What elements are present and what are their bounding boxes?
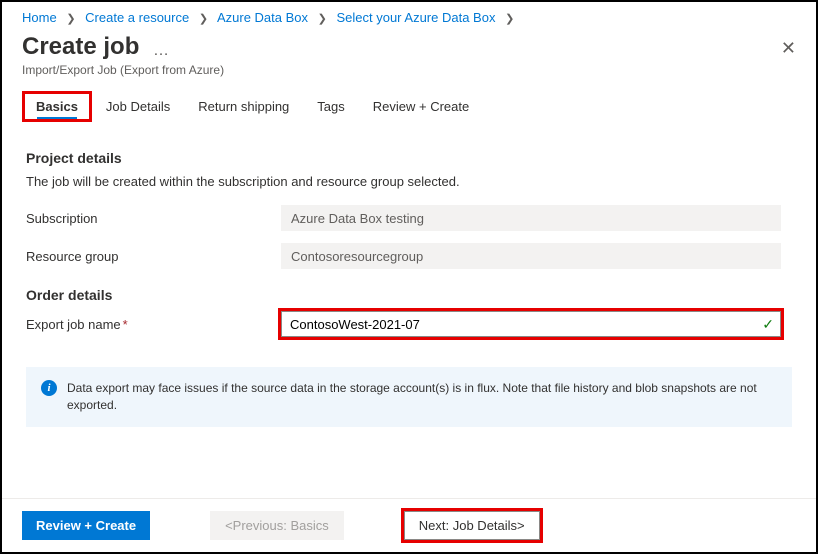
breadcrumb-create-resource[interactable]: Create a resource (85, 10, 189, 25)
breadcrumb-home[interactable]: Home (22, 10, 57, 25)
page-title: Create job (22, 33, 139, 60)
subscription-label: Subscription (26, 211, 281, 226)
previous-button: <Previous: Basics (210, 511, 344, 540)
export-job-name-input[interactable] (282, 313, 762, 336)
chevron-right-icon: ❯ (199, 13, 208, 25)
resource-group-field (281, 243, 781, 269)
chevron-right-icon: ❯ (505, 13, 514, 25)
tab-return-shipping[interactable]: Return shipping (184, 91, 303, 122)
check-icon: ✓ (762, 316, 774, 333)
tab-review-create[interactable]: Review + Create (359, 91, 483, 122)
next-button[interactable]: Next: Job Details> (404, 511, 540, 540)
tab-basics[interactable]: Basics (22, 91, 92, 122)
export-job-name-input-wrap: ✓ (281, 311, 781, 337)
project-details-heading: Project details (26, 150, 792, 166)
breadcrumb: Home ❯ Create a resource ❯ Azure Data Bo… (2, 2, 816, 27)
footer: Review + Create <Previous: Basics Next: … (2, 498, 816, 552)
required-indicator: * (123, 317, 128, 332)
info-banner: i Data export may face issues if the sou… (26, 367, 792, 427)
close-icon[interactable]: ✕ (781, 33, 796, 57)
subscription-field (281, 205, 781, 231)
info-icon: i (41, 380, 57, 396)
breadcrumb-azure-data-box[interactable]: Azure Data Box (217, 10, 308, 25)
breadcrumb-select-data-box[interactable]: Select your Azure Data Box (336, 10, 495, 25)
resource-group-label: Resource group (26, 249, 281, 264)
tab-tags[interactable]: Tags (303, 91, 358, 122)
tab-job-details[interactable]: Job Details (92, 91, 184, 122)
review-create-button[interactable]: Review + Create (22, 511, 150, 540)
more-icon[interactable]: … (153, 42, 169, 59)
order-details-heading: Order details (26, 287, 792, 303)
tabs: Basics Job Details Return shipping Tags … (2, 91, 816, 122)
page-subtitle: Import/Export Job (Export from Azure) (2, 61, 816, 91)
info-text: Data export may face issues if the sourc… (67, 380, 777, 414)
chevron-right-icon: ❯ (66, 13, 75, 25)
chevron-right-icon: ❯ (318, 13, 327, 25)
project-details-description: The job will be created within the subsc… (26, 174, 792, 189)
export-job-name-label: Export job name* (26, 317, 281, 332)
